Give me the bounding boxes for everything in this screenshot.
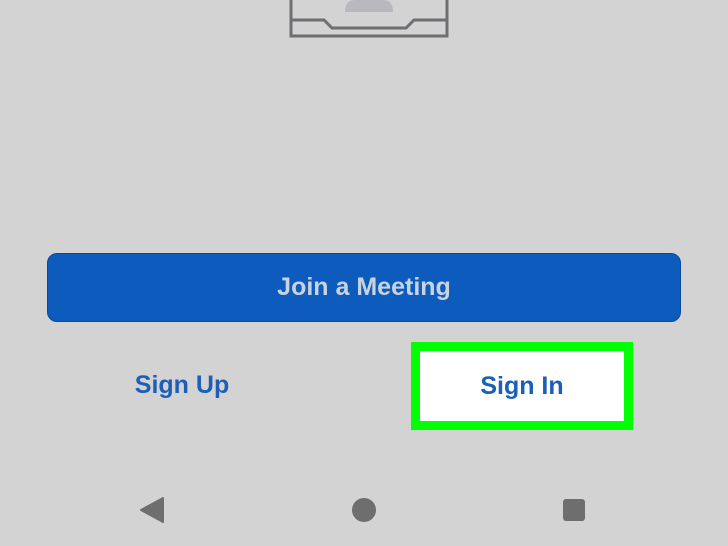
sign-up-button[interactable]: Sign Up xyxy=(92,350,272,420)
nav-home-button[interactable] xyxy=(342,490,386,534)
nav-recents-button[interactable] xyxy=(552,490,596,534)
back-triangle-icon xyxy=(139,496,165,529)
nav-back-button[interactable] xyxy=(130,490,174,534)
system-navigation-bar xyxy=(0,480,728,546)
recents-square-icon xyxy=(562,498,586,527)
sign-in-button[interactable]: Sign In xyxy=(420,351,624,421)
join-meeting-button[interactable]: Join a Meeting xyxy=(47,253,681,322)
home-circle-icon xyxy=(351,497,377,528)
device-illustration-icon xyxy=(288,0,450,40)
